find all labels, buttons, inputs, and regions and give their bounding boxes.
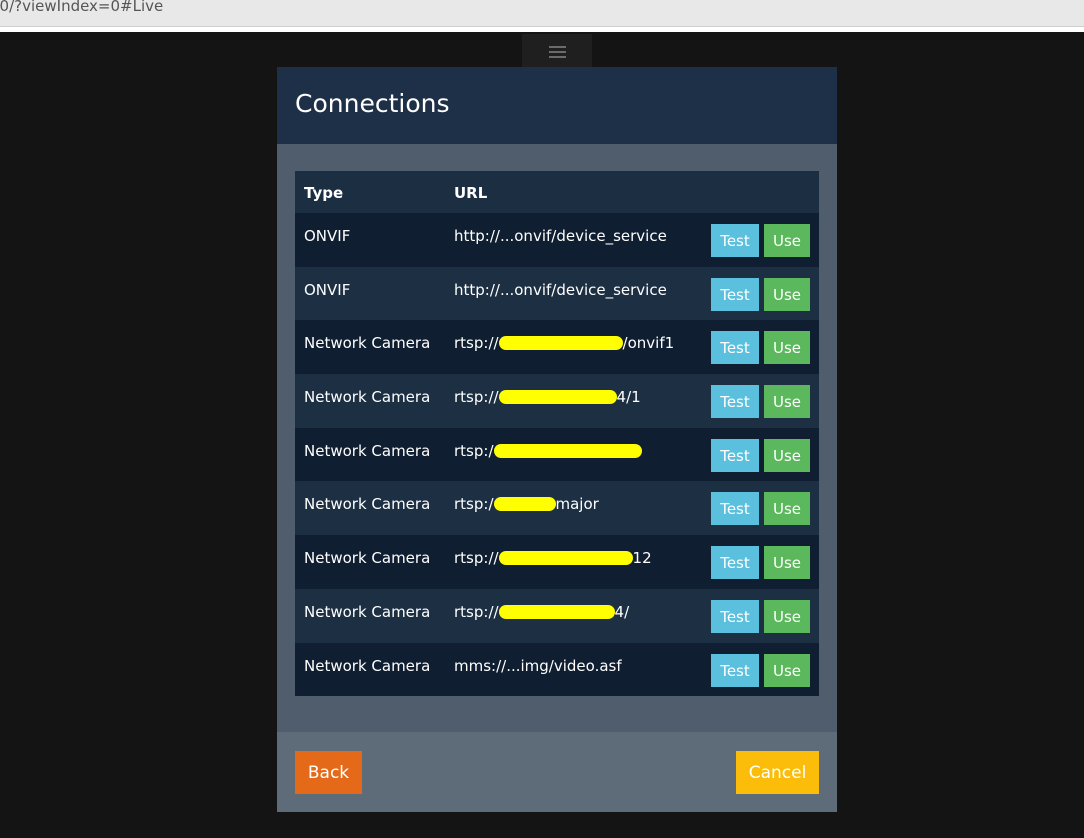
table-row: Network Camera rtsp:/ major Test Use	[295, 481, 819, 536]
test-button[interactable]: Test	[711, 438, 759, 472]
use-button[interactable]: Use	[764, 224, 810, 257]
cancel-button[interactable]: Cancel	[736, 751, 819, 794]
connection-type: Network Camera	[304, 441, 431, 460]
url-suffix: 4/	[614, 602, 630, 621]
connection-type: Network Camera	[304, 656, 431, 675]
use-button[interactable]: Use	[764, 438, 810, 472]
table-row: Network Camera rtsp:// 4/Test Use	[295, 588, 819, 643]
use-button[interactable]: Use	[764, 385, 810, 419]
dialog-footer: Back Cancel	[277, 732, 837, 812]
connection-url: mms://...img/video.asf	[454, 657, 622, 675]
test-button[interactable]: Test	[711, 224, 759, 257]
table-row: Network Camera rtsp:// 4/1 Test Use	[295, 374, 819, 428]
browser-address-bar[interactable]: 90/?viewIndex=0#Live	[0, 0, 1084, 27]
redaction-mark	[498, 390, 617, 405]
redaction-mark	[498, 604, 615, 619]
test-button[interactable]: Test	[711, 385, 759, 419]
url-text: mms://...img/video.asf	[454, 656, 622, 675]
connections-dialog: Connections Type URL ONVIF http://...onvi…	[277, 67, 837, 812]
use-button[interactable]: Use	[764, 599, 810, 633]
url-suffix: major	[555, 495, 599, 514]
use-button[interactable]: Use	[764, 492, 810, 526]
column-header-url: URL	[454, 184, 488, 202]
connection-type: Network Camera	[304, 495, 431, 514]
table-row: Network Camera rtsp:// 12 Test Use	[295, 535, 819, 589]
connection-url: http://...onvif/device_service	[454, 227, 667, 245]
use-button[interactable]: Use	[764, 653, 810, 687]
redaction-mark	[498, 551, 633, 566]
column-header-type: Type	[304, 184, 344, 202]
url-text: http://...onvif/device_service	[454, 227, 667, 245]
test-button[interactable]: Test	[711, 599, 759, 633]
connection-type: ONVIF	[304, 227, 351, 245]
back-button[interactable]: Back	[295, 751, 362, 794]
url-suffix: 4/1	[616, 388, 641, 407]
redaction-mark	[498, 336, 623, 351]
hamburger-icon	[549, 46, 566, 58]
connection-url: rtsp:/ major	[454, 495, 599, 513]
connection-url: rtsp:// 4/	[454, 603, 629, 621]
table-row: Network Camera rtsp:// /onvif1 Test Use	[295, 320, 819, 375]
menu-toggle-button[interactable]	[522, 34, 592, 68]
table-row: ONVIF http://...onvif/device_service Test U…	[295, 266, 819, 321]
url-text: rtsp://	[454, 388, 499, 407]
test-button[interactable]: Test	[711, 546, 759, 580]
connections-table: Type URL ONVIF http://...onvif/device_ser…	[295, 171, 819, 697]
dialog-title: Connections	[295, 89, 450, 118]
connection-url: http://...onvif/device_service	[454, 281, 667, 299]
table-row: ONVIF http://...onvif/device_service Test U…	[295, 213, 819, 267]
connection-type: Network Camera	[304, 334, 431, 353]
connection-type: Network Camera	[304, 388, 431, 407]
url-text: rtsp://	[454, 549, 499, 568]
connection-url: rtsp:// /onvif1	[454, 334, 674, 352]
use-button[interactable]: Use	[764, 277, 810, 311]
url-suffix: /onvif1	[622, 334, 675, 353]
table-body: ONVIF http://...onvif/device_service Test U…	[295, 213, 819, 697]
url-suffix: 12	[632, 549, 652, 568]
address-url[interactable]: 90/?viewIndex=0#Live	[0, 0, 163, 15]
dialog-header: Connections	[277, 67, 837, 144]
test-button[interactable]: Test	[711, 331, 759, 365]
table-header: Type URL	[295, 171, 819, 213]
connection-url: rtsp:// 12	[454, 549, 652, 567]
url-text: http://...onvif/device_service	[454, 280, 667, 299]
table-row: Network Camera rtsp:/ Test Use	[295, 427, 819, 482]
use-button[interactable]: Use	[764, 331, 810, 365]
browser-divider	[0, 27, 1084, 32]
test-button[interactable]: Test	[711, 277, 759, 311]
url-text: rtsp:/	[454, 495, 494, 514]
test-button[interactable]: Test	[711, 653, 759, 687]
table-row: Network Camera mms://...img/video.asf Test…	[295, 642, 819, 697]
test-button[interactable]: Test	[711, 492, 759, 526]
redaction-mark	[493, 497, 556, 512]
redaction-mark	[493, 443, 642, 458]
connection-type: ONVIF	[304, 280, 351, 299]
url-text: rtsp:/	[454, 441, 494, 460]
connection-url: rtsp:/	[454, 442, 642, 460]
url-text: rtsp://	[454, 334, 499, 353]
connection-type: Network Camera	[304, 602, 431, 621]
connection-url: rtsp:// 4/1	[454, 388, 641, 406]
connection-type: Network Camera	[304, 549, 431, 568]
url-text: rtsp://	[454, 602, 499, 621]
use-button[interactable]: Use	[764, 546, 810, 580]
